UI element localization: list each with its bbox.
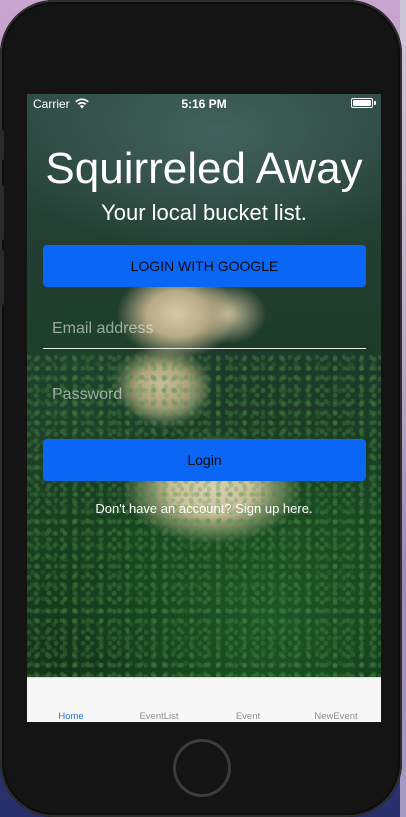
tab-bar: Home EventList Event NewEvent <box>27 677 381 722</box>
iphone-simulator-frame: Carrier 5:16 PM Squirreled Away Your loc… <box>0 0 402 817</box>
status-bar: Carrier 5:16 PM <box>27 94 381 114</box>
home-button[interactable] <box>173 739 231 797</box>
mute-switch <box>0 130 4 160</box>
volume-down-button <box>0 250 4 305</box>
app-subtitle: Your local bucket list. <box>101 200 307 225</box>
battery-icon <box>351 98 376 108</box>
tab-home[interactable]: Home <box>27 678 115 722</box>
app-screen: Carrier 5:16 PM Squirreled Away Your loc… <box>27 94 381 722</box>
signup-link[interactable]: Don't have an account? Sign up here. <box>27 501 381 516</box>
volume-up-button <box>0 185 4 240</box>
tab-eventlist[interactable]: EventList <box>115 678 203 722</box>
tab-event[interactable]: Event <box>204 678 292 722</box>
app-title: Squirreled Away <box>45 144 363 193</box>
login-with-google-button[interactable]: LOGIN WITH GOOGLE <box>43 245 366 287</box>
status-time: 5:16 PM <box>181 97 227 111</box>
email-field[interactable] <box>43 309 366 349</box>
login-button[interactable]: Login <box>43 439 366 481</box>
password-field[interactable] <box>43 375 366 415</box>
tab-newevent[interactable]: NewEvent <box>292 678 380 722</box>
